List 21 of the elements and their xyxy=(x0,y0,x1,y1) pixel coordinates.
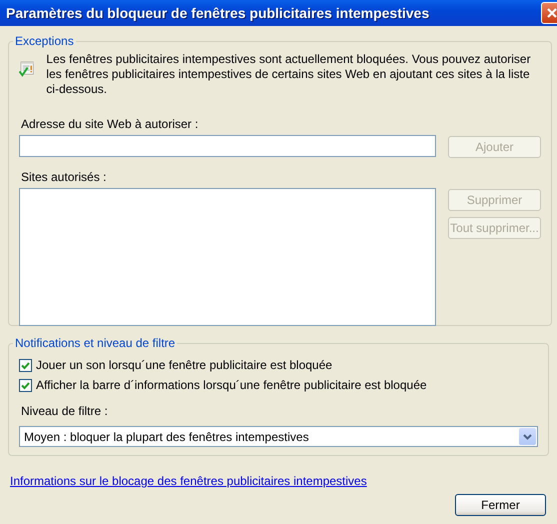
filter-level-dropdown[interactable]: Moyen : bloquer la plupart des fenêtres intempestives xyxy=(19,426,538,447)
check-icon xyxy=(21,380,30,390)
field-label: Niveau de filtre : xyxy=(21,404,109,418)
close-button[interactable] xyxy=(541,2,557,24)
info-text: Les fenêtres publicitaires intempestives sont actuellement bloquées. Vous pouvez autoriser les fenêtres publicitaires intempestives de certains sites Web en ajoutant ces sites à la liste ci-dessous. xyxy=(46,52,532,97)
check-icon xyxy=(21,360,30,370)
group-title: Notifications et niveau de filtre xyxy=(14,336,176,350)
checkbox[interactable] xyxy=(19,358,32,372)
window-title: Paramètres du bloqueur de fenêtres publicitaires intempestives xyxy=(6,5,430,21)
list-label: Sites autorisés : xyxy=(21,170,108,184)
close-dialog-button[interactable]: Fermer xyxy=(455,494,546,516)
website-address-field[interactable] xyxy=(19,135,436,157)
checkbox[interactable] xyxy=(19,378,32,392)
option-label: Jouer un son lorsqu´une fenêtre publicitaire est bloquée xyxy=(36,358,332,372)
field-label: Adresse du site Web à autoriser : xyxy=(21,117,200,131)
help-link[interactable]: Informations sur le blocage des fenêtres publicitaires intempestives xyxy=(10,474,367,488)
close-icon xyxy=(546,7,557,19)
option-label: Afficher la barre d´informations lorsqu´une fenêtre publicitaire est bloquée xyxy=(36,378,427,392)
group-title: Exceptions xyxy=(14,34,75,48)
checkbox-option[interactable]: Jouer un son lorsqu´une fenêtre publicitaire est bloquée xyxy=(19,358,538,372)
checkbox-option[interactable]: Afficher la barre d´informations lorsqu´une fenêtre publicitaire est bloquée xyxy=(19,378,538,392)
